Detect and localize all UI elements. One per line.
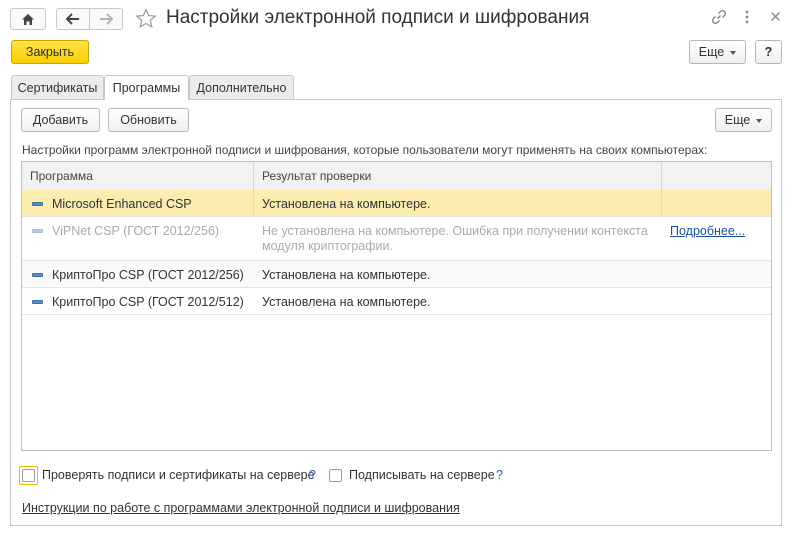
program-name: Microsoft Enhanced CSP xyxy=(52,197,192,211)
program-name: ViPNet CSP (ГОСТ 2012/256) xyxy=(52,224,220,238)
forward-button[interactable] xyxy=(89,8,123,30)
sign-on-server-label[interactable]: Подписывать на сервере xyxy=(349,468,495,482)
check-on-server-label[interactable]: Проверять подписи и сертификаты на серве… xyxy=(42,468,315,482)
program-icon xyxy=(32,229,43,233)
link-icon[interactable] xyxy=(711,9,727,28)
more-vertical-icon[interactable] xyxy=(744,10,750,27)
chevron-down-icon xyxy=(756,118,763,123)
program-name: КриптоПро CSP (ГОСТ 2012/256) xyxy=(52,268,244,282)
program-icon xyxy=(32,300,43,304)
column-separator xyxy=(253,190,254,216)
program-icon xyxy=(32,202,43,206)
table-row[interactable]: Microsoft Enhanced CSP Установлена на ко… xyxy=(22,190,771,217)
back-button[interactable] xyxy=(56,8,90,30)
tab-certificates[interactable]: Сертификаты xyxy=(11,75,104,99)
column-separator xyxy=(661,190,662,216)
favorite-star-icon[interactable] xyxy=(135,8,157,32)
column-header-program[interactable]: Программа xyxy=(30,169,93,183)
check-on-server-help[interactable]: ? xyxy=(309,468,316,482)
column-separator xyxy=(661,162,662,190)
check-result: Не установлена на компьютере. Ошибка при… xyxy=(262,224,648,253)
table-more-button[interactable]: Еще xyxy=(715,108,772,132)
instructions-link[interactable]: Инструкции по работе с программами элект… xyxy=(22,501,460,515)
chevron-down-icon xyxy=(730,50,737,55)
home-button[interactable] xyxy=(10,8,46,30)
description-text: Настройки программ электронной подписи и… xyxy=(22,143,708,157)
table-row[interactable]: КриптоПро CSP (ГОСТ 2012/256) Установлен… xyxy=(22,261,771,288)
table-row[interactable]: ViPNet CSP (ГОСТ 2012/256) Не установлен… xyxy=(22,217,771,261)
program-icon xyxy=(32,273,43,277)
table-more-label: Еще xyxy=(724,113,751,127)
column-header-result[interactable]: Результат проверки xyxy=(262,169,371,183)
arrow-right-icon xyxy=(100,13,113,25)
close-form-button[interactable]: Закрыть xyxy=(11,40,89,64)
tab-additional[interactable]: Дополнительно xyxy=(189,75,294,99)
details-link[interactable]: Подробнее... xyxy=(670,224,745,238)
check-on-server-checkbox[interactable] xyxy=(22,469,35,482)
check-result: Установлена на компьютере. xyxy=(262,268,431,282)
help-button[interactable]: ? xyxy=(755,40,782,64)
home-icon xyxy=(22,13,34,25)
page-title: Настройки электронной подписи и шифрован… xyxy=(166,7,590,28)
column-separator xyxy=(253,162,254,190)
more-menu-label: Еще xyxy=(698,45,725,59)
programs-table[interactable]: Программа Результат проверки Microsoft E… xyxy=(21,161,772,451)
refresh-button[interactable]: Обновить xyxy=(108,108,189,132)
check-result: Установлена на компьютере. xyxy=(262,197,431,211)
table-header: Программа Результат проверки xyxy=(22,162,771,191)
close-icon[interactable] xyxy=(770,11,781,25)
sign-on-server-checkbox[interactable] xyxy=(329,469,342,482)
tab-programs[interactable]: Программы xyxy=(104,75,189,100)
arrow-left-icon xyxy=(66,13,79,25)
sign-on-server-help[interactable]: ? xyxy=(496,468,503,482)
check-result: Установлена на компьютере. xyxy=(262,295,431,309)
table-row[interactable]: КриптоПро CSP (ГОСТ 2012/512) Установлен… xyxy=(22,288,771,315)
more-menu-button[interactable]: Еще xyxy=(689,40,746,64)
add-button[interactable]: Добавить xyxy=(21,108,100,132)
program-name: КриптоПро CSP (ГОСТ 2012/512) xyxy=(52,295,244,309)
